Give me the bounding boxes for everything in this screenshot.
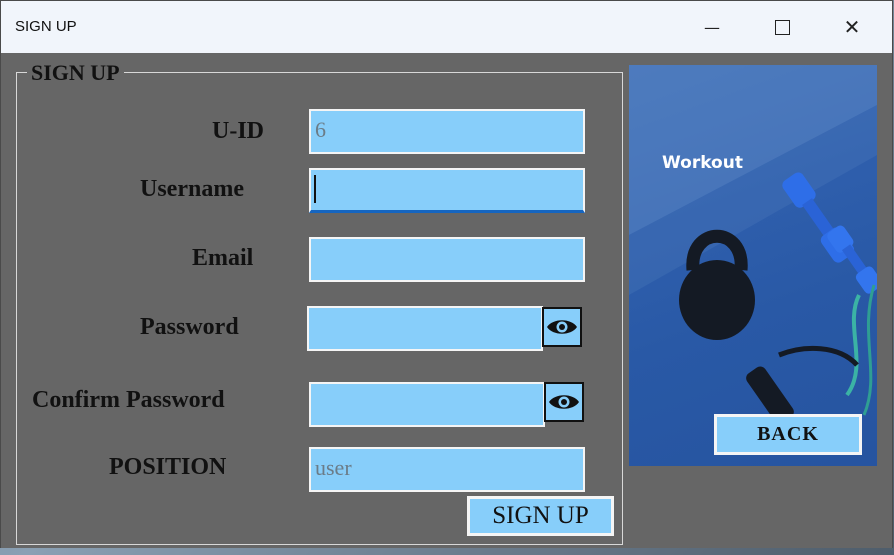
window-content: SIGN UP U-ID 6 Username Email Password C… [1, 53, 892, 548]
minimize-button[interactable]: — [677, 1, 747, 53]
maximize-icon [774, 19, 790, 35]
email-field[interactable] [309, 237, 585, 282]
eye-icon [549, 395, 579, 409]
close-icon: ✕ [843, 15, 861, 39]
workout-illustration [629, 65, 877, 424]
text-caret [314, 175, 316, 203]
username-field[interactable] [309, 168, 585, 213]
show-confirm-password-button[interactable] [544, 382, 584, 422]
password-field[interactable] [307, 306, 543, 351]
close-button[interactable]: ✕ [817, 1, 887, 53]
confirm-password-label: Confirm Password [32, 387, 225, 413]
username-label: Username [140, 176, 244, 202]
signup-button[interactable]: SIGN UP [467, 496, 614, 536]
groupbox-legend: SIGN UP [27, 61, 124, 85]
show-password-button[interactable] [542, 307, 582, 347]
window-title: SIGN UP [15, 18, 77, 35]
position-label: POSITION [109, 454, 227, 480]
image-caption: Workout [662, 153, 743, 173]
email-label: Email [192, 245, 254, 271]
maximize-button[interactable] [747, 1, 817, 53]
back-button[interactable]: BACK [714, 414, 862, 455]
minimize-icon: — [704, 17, 720, 37]
title-bar: SIGN UP — ✕ [1, 1, 892, 53]
signup-window: SIGN UP — ✕ SIGN UP U-ID 6 Username Emai… [0, 0, 893, 548]
workout-image: Workout [629, 65, 877, 466]
eye-icon [547, 320, 577, 334]
uid-field[interactable]: 6 [309, 109, 585, 154]
confirm-password-field[interactable] [309, 382, 545, 427]
uid-label: U-ID [212, 118, 264, 144]
password-label: Password [140, 314, 239, 340]
position-field[interactable]: user [309, 447, 585, 492]
